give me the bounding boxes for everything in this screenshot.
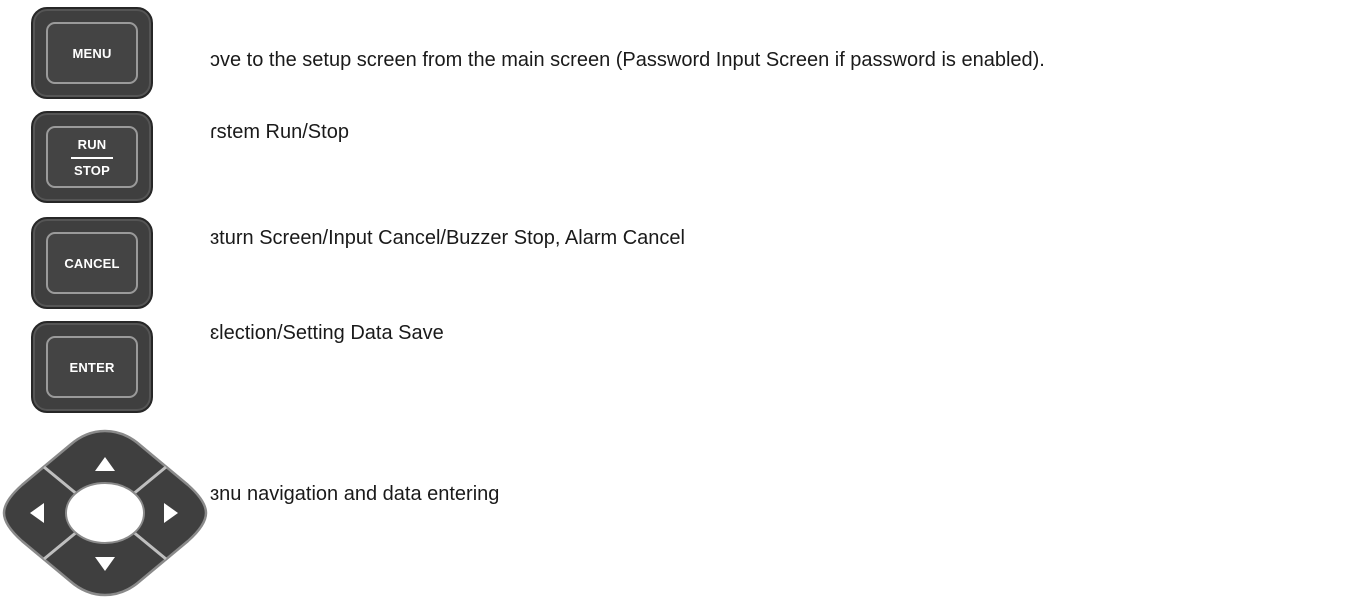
enter-key[interactable]: ENTER xyxy=(31,321,153,413)
run-stop-key-description: ɾstem Run/Stop xyxy=(210,121,349,143)
menu-key-description: ɔve to the setup screen from the main sc… xyxy=(210,49,1045,71)
cancel-key-face: CANCEL xyxy=(46,232,138,294)
menu-key-label: MENU xyxy=(72,45,112,61)
enter-key-face: ENTER xyxy=(46,336,138,398)
cancel-key[interactable]: CANCEL xyxy=(31,217,153,309)
run-stop-key-divider xyxy=(71,156,113,159)
run-stop-key-face: RUN STOP xyxy=(46,126,138,188)
enter-key-description: ɛlection/Setting Data Save xyxy=(210,322,444,344)
direction-pad xyxy=(2,429,208,597)
menu-key[interactable]: MENU xyxy=(31,7,153,99)
enter-key-label: ENTER xyxy=(69,359,115,375)
cancel-key-label: CANCEL xyxy=(64,255,120,271)
cancel-key-description: ɜturn Screen/Input Cancel/Buzzer Stop, A… xyxy=(210,227,685,249)
run-stop-key[interactable]: RUN STOP xyxy=(31,111,153,203)
run-stop-key-label-bottom: STOP xyxy=(74,162,110,178)
direction-pad-description: ɜnu navigation and data entering xyxy=(210,483,500,505)
run-stop-key-label-top: RUN xyxy=(77,136,107,152)
menu-key-face: MENU xyxy=(46,22,138,84)
direction-pad-center-button[interactable] xyxy=(65,482,145,544)
